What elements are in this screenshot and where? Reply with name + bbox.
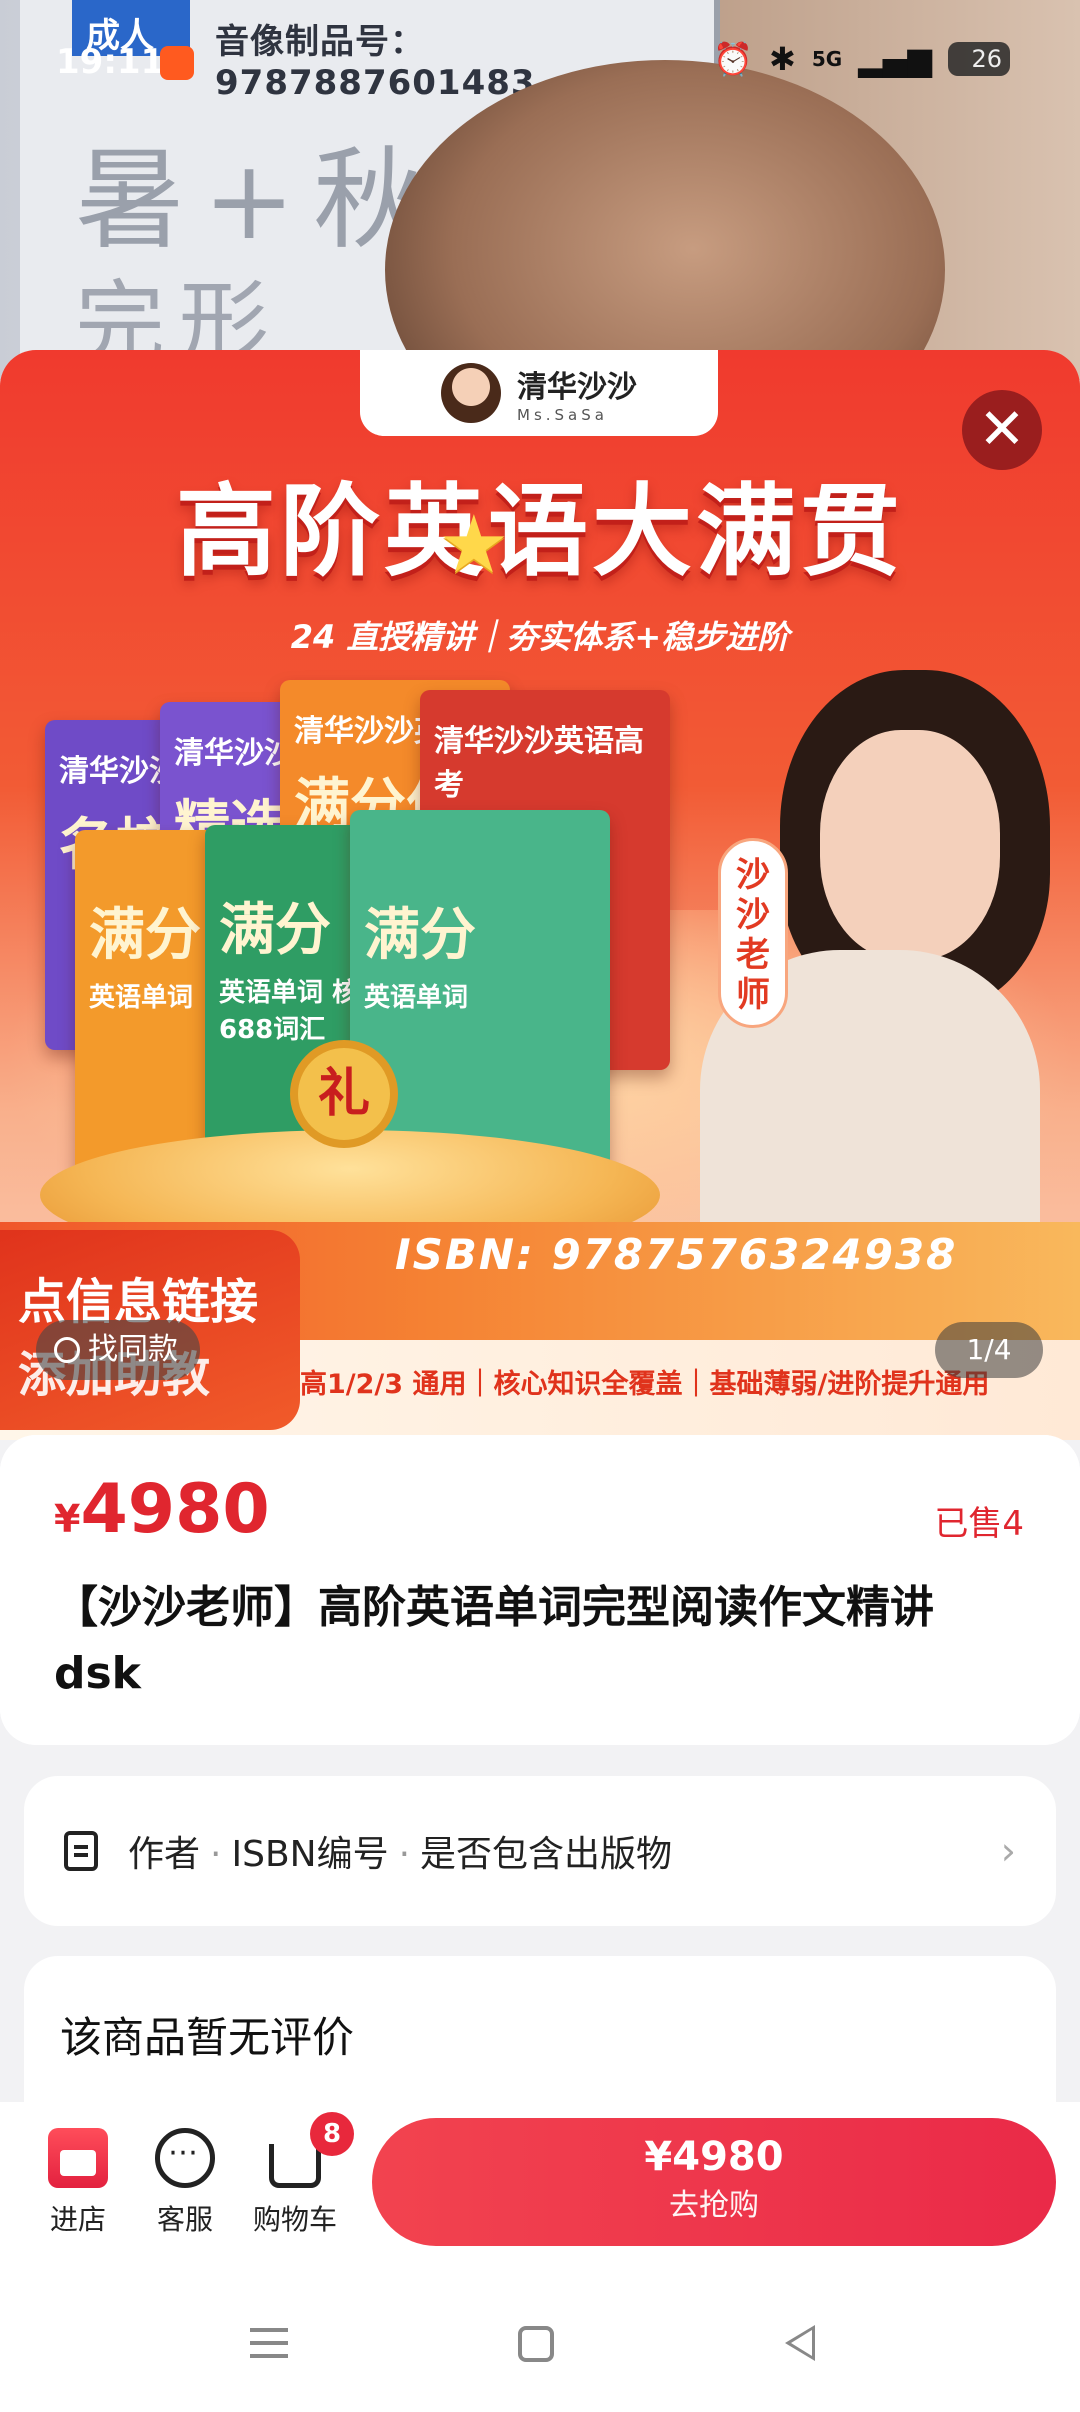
gift-medal-icon: 礼 [290, 1040, 398, 1148]
review-section[interactable]: 该商品暂无评价 [24, 1956, 1056, 2106]
notification-app-icon [160, 46, 194, 80]
back-button[interactable] [785, 2325, 815, 2361]
price-value: 4980 [80, 1470, 270, 1549]
banner-subline: 24 直授精讲｜夯实体系+稳步进阶 [290, 618, 790, 656]
signal-icon: ▂▄▆ [858, 40, 932, 78]
bluetooth-icon: ✱ [769, 40, 796, 78]
review-empty-text: 该商品暂无评价 [60, 2013, 355, 2062]
find-similar-label: 找同款 [88, 1332, 178, 1367]
brand-name-cn: 清华沙沙 [517, 370, 637, 405]
status-bar: 19:11 ⏰ ✱ 5G ▂▄▆ 26 [0, 38, 1080, 88]
battery-icon: 26 [948, 42, 1010, 76]
cart-label: 购物车 [252, 2203, 337, 2236]
isbn-text: ISBN: 9787576324938 [395, 1230, 958, 1279]
store-icon [48, 2128, 108, 2188]
product-price: ¥4980 [54, 1470, 270, 1549]
brand-name-en: Ms.SaSa [517, 406, 608, 424]
feature-text: 高1/2/3 通用｜核心知识全覆盖｜基础薄弱/进阶提升通用 [300, 1369, 990, 1400]
brand-avatar [441, 363, 501, 423]
product-title: 【沙沙老师】高阶英语单词完型阅读作文精讲dsk [54, 1582, 934, 1699]
spec-item: ISBN编号 [231, 1834, 389, 1875]
product-image-carousel[interactable]: 清华沙沙 Ms.SaSa ✕ 高阶英语大满贯 ★ 24 直授精讲｜夯实体系+稳步… [0, 350, 1080, 1440]
brand-tab: 清华沙沙 Ms.SaSa [360, 350, 718, 436]
status-time: 19:11 [56, 42, 165, 82]
price-currency: ¥ [54, 1497, 81, 1541]
status-icons: ⏰ ✱ 5G ▂▄▆ 26 [713, 40, 1010, 78]
buy-price: ¥4980 [644, 2134, 784, 2180]
cart-icon [269, 2144, 321, 2188]
camera-search-icon [54, 1337, 80, 1363]
shop-button[interactable]: 进店 [28, 2128, 128, 2238]
spec-item: 作者 [128, 1834, 201, 1875]
chat-icon [155, 2128, 215, 2188]
banner-headline: 高阶英语大满贯 [176, 473, 904, 590]
shop-label: 进店 [49, 2203, 106, 2236]
network-label: 5G [811, 47, 843, 71]
recent-apps-button[interactable] [250, 2328, 288, 2358]
book-subtitle: 英语单词 [364, 983, 469, 1013]
product-page: 成人 音像制品号：9787887601483 暑+秋 完形 19:11 ⏰ ✱ … [0, 0, 1080, 2412]
spec-item: 是否包含出版物 [420, 1834, 673, 1875]
book-brand: 清华沙沙英语高考 [434, 724, 644, 803]
buy-now-button[interactable]: ¥4980 去抢购 [372, 2118, 1056, 2246]
customer-service-button[interactable]: 客服 [135, 2128, 235, 2238]
buy-label: 去抢购 [669, 2188, 759, 2223]
chevron-right-icon: › [1000, 1829, 1016, 1873]
sold-count: 已售4 [934, 1504, 1024, 1544]
clipboard-icon [64, 1831, 98, 1871]
cart-count-badge: 8 [310, 2112, 354, 2156]
teacher-tag: 沙沙老师 [718, 838, 788, 1028]
home-button[interactable] [518, 2326, 554, 2362]
teacher-face [820, 730, 1000, 960]
spec-row[interactable]: 作者 · ISBN编号 · 是否包含出版物 › [24, 1776, 1056, 1926]
book-title: 满分 [364, 903, 476, 968]
carousel-page-indicator: 1/4 [935, 1322, 1043, 1378]
star-icon: ★ [438, 498, 510, 591]
alarm-icon: ⏰ [713, 40, 754, 78]
service-label: 客服 [156, 2203, 213, 2236]
brand-name: 清华沙沙 Ms.SaSa [517, 362, 637, 424]
spec-summary: 作者 · ISBN编号 · 是否包含出版物 [128, 1834, 673, 1875]
find-similar-button[interactable]: 找同款 [36, 1320, 200, 1380]
